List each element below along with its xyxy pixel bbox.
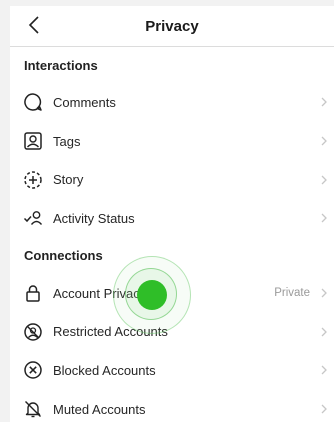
row-label: Blocked Accounts (53, 362, 156, 378)
chevron-right-icon (321, 366, 327, 375)
muted-bell-icon (22, 398, 44, 420)
chevron-right-icon (321, 97, 327, 107)
row-label: Activity Status (53, 210, 135, 226)
chevron-right-icon (321, 136, 327, 146)
row-label: Comments (53, 94, 116, 110)
activity-status-icon (22, 207, 44, 229)
row-label: Restricted Accounts (53, 324, 168, 340)
account-privacy-value: Private (274, 287, 310, 300)
tag-person-icon (22, 130, 44, 152)
header-bar: Privacy (10, 6, 334, 47)
settings-row-comments[interactable]: Comments (10, 83, 334, 122)
settings-row-blocked-accounts[interactable]: Blocked Accounts (10, 351, 334, 390)
story-plus-icon (22, 169, 44, 191)
settings-row-activity-status[interactable]: Activity Status (10, 199, 334, 238)
section-header-interactions: Interactions (24, 57, 98, 73)
settings-row-story[interactable]: Story (10, 160, 334, 199)
back-arrow-icon[interactable] (24, 14, 44, 36)
settings-row-restricted-accounts[interactable]: Restricted Accounts (10, 312, 334, 351)
settings-row-account-privacy[interactable]: Account Privacy Private (10, 274, 334, 313)
chevron-right-icon (321, 175, 327, 185)
row-label: Tags (53, 133, 81, 149)
restricted-icon (22, 321, 44, 343)
row-label: Account Privacy (53, 285, 147, 301)
comment-bubble-icon (22, 91, 44, 113)
privacy-settings-panel: Privacy Interactions Comments Tags Story… (10, 6, 334, 422)
chevron-right-icon (321, 327, 327, 337)
row-label: Muted Accounts (53, 401, 146, 417)
settings-row-muted-accounts[interactable]: Muted Accounts (10, 390, 334, 422)
blocked-icon (22, 359, 44, 381)
page-title: Privacy (145, 17, 199, 35)
settings-row-tags[interactable]: Tags (10, 122, 334, 161)
row-label: Story (53, 172, 84, 188)
chevron-right-icon (321, 213, 327, 223)
lock-icon (22, 282, 44, 304)
chevron-right-icon (321, 404, 327, 414)
chevron-right-icon (321, 288, 327, 298)
section-header-connections: Connections (24, 248, 103, 264)
